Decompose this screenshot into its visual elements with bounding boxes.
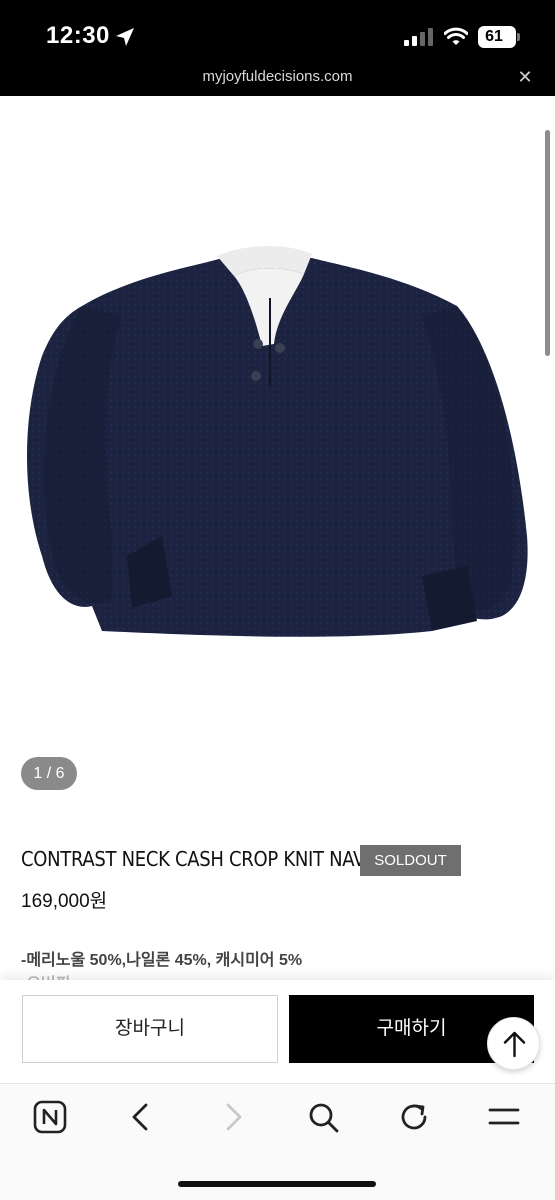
battery-level: 61: [485, 28, 503, 45]
navy-knit-sweater-image: [27, 245, 528, 637]
close-icon[interactable]: ✕: [514, 66, 536, 88]
product-description: -메리노울 50%,나일론 45%, 캐시미어 5%: [21, 952, 303, 969]
search-icon[interactable]: [306, 1100, 340, 1134]
location-arrow-icon: [116, 28, 134, 46]
arrow-up-icon: [503, 1031, 526, 1058]
status-time: 12:30: [46, 22, 110, 49]
cellular-signal-icon: [404, 28, 433, 46]
scroll-to-top-button[interactable]: [487, 1017, 540, 1070]
battery-cap: [517, 33, 520, 41]
reload-icon[interactable]: [397, 1100, 431, 1134]
back-icon[interactable]: [124, 1100, 158, 1134]
soldout-badge: SOLDOUT: [360, 845, 461, 876]
scrollbar[interactable]: [545, 130, 550, 356]
product-title: CONTRAST NECK CASH CROP KNIT NAVY: [21, 847, 376, 871]
url-bar[interactable]: myjoyfuldecisions.com: [0, 68, 555, 85]
product-price: 169,000원: [21, 891, 108, 912]
home-indicator: [178, 1181, 376, 1187]
menu-icon[interactable]: [487, 1100, 521, 1134]
forward-icon[interactable]: [216, 1100, 250, 1134]
wifi-icon: [444, 27, 468, 45]
add-to-cart-button[interactable]: 장바구니: [22, 995, 278, 1063]
n-home-icon[interactable]: [33, 1100, 67, 1134]
gallery-pager: 1 / 6: [21, 757, 77, 790]
battery-indicator: 61: [478, 26, 516, 48]
